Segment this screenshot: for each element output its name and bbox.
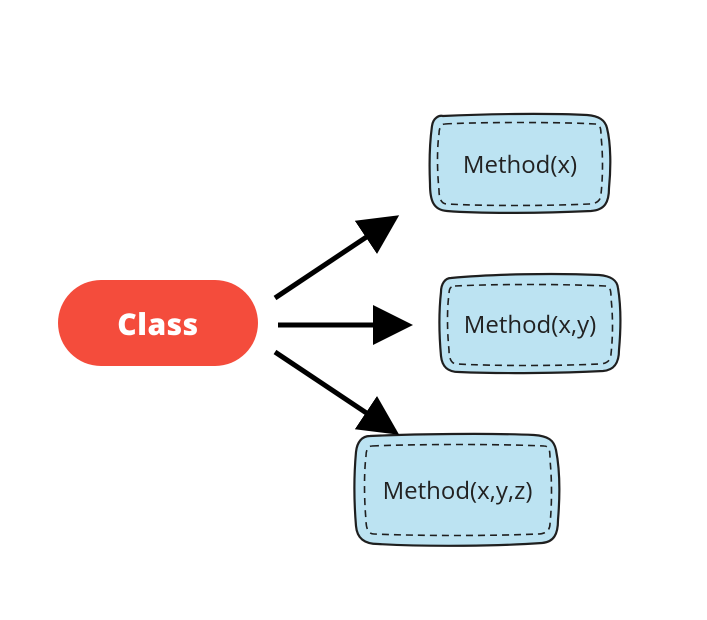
- arrow-to-method-3: [275, 352, 395, 432]
- method-label: Method(x,y,z): [383, 474, 533, 507]
- method-label: Method(x): [463, 148, 577, 181]
- class-label: Class: [117, 303, 198, 344]
- method-label: Method(x,y): [464, 308, 596, 341]
- method-node-1: Method(x): [425, 110, 615, 218]
- diagram-stage: Class Method(x) Method(x,y): [0, 0, 707, 620]
- arrow-to-method-1: [275, 218, 395, 298]
- class-node: Class: [58, 280, 258, 366]
- method-node-2: Method(x,y): [435, 270, 625, 378]
- method-node-3: Method(x,y,z): [350, 430, 565, 550]
